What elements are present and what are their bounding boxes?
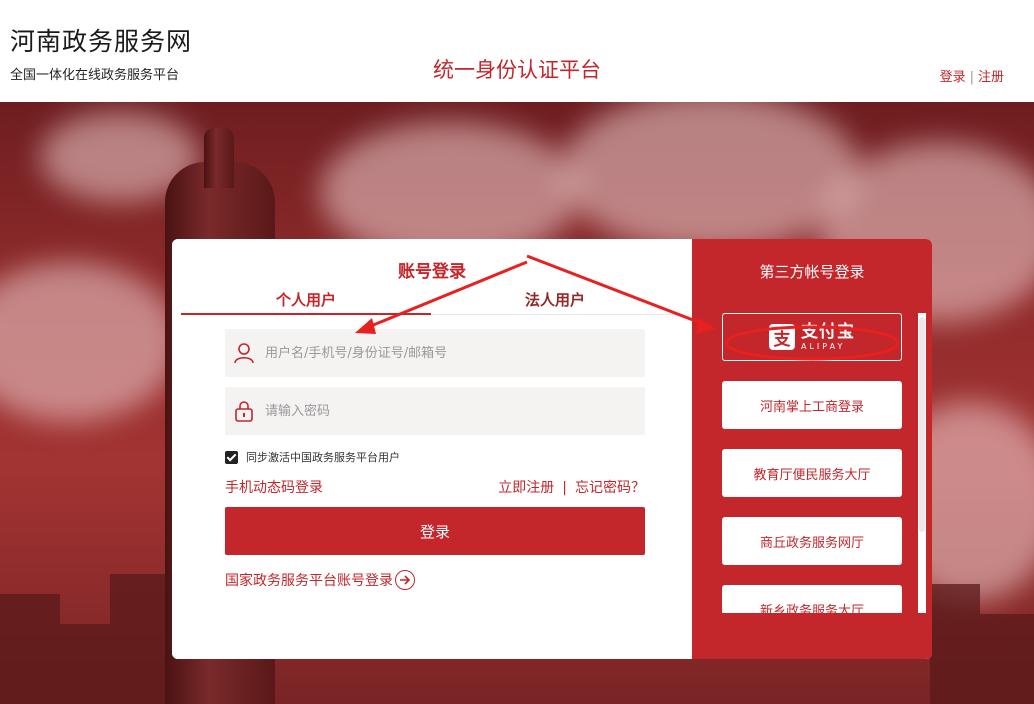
- register-now-link[interactable]: 立即注册: [498, 480, 554, 496]
- account-login-panel: 账号登录 个人用户 法人用户 同步激活中国政务服务平台用户 手机动态码登录 立即…: [172, 239, 692, 659]
- sync-activate-label: 同步激活中国政务服务平台用户: [246, 451, 400, 464]
- forgot-password-link[interactable]: 忘记密码？: [575, 480, 645, 496]
- building: [930, 584, 980, 704]
- tab-personal-user[interactable]: 个人用户: [181, 289, 431, 310]
- tab-legal-user[interactable]: 法人用户: [430, 289, 680, 310]
- platform-title: 统一身份认证平台: [433, 58, 601, 82]
- register-forgot-links: 立即注册 | 忘记密码？: [498, 477, 645, 497]
- building: [0, 594, 60, 704]
- login-button[interactable]: 登录: [225, 507, 645, 555]
- site-title: 河南政务服务网: [10, 27, 193, 56]
- active-tab-underline: [181, 313, 431, 315]
- cloud: [560, 102, 860, 252]
- third-party-list: 支 支付宝 ALIPAY 河南掌上工商登录 教育厅便民服务大厅 商丘政务服务网厅…: [722, 313, 902, 613]
- building: [980, 614, 1034, 704]
- alipay-name-cn: 支付宝: [801, 321, 855, 342]
- alipay-name-en: ALIPAY: [801, 341, 846, 351]
- username-input[interactable]: [265, 329, 635, 377]
- account-login-title: 账号登录: [398, 262, 466, 282]
- links-separator: |: [562, 480, 567, 496]
- third-party-title: 第三方帐号登录: [759, 263, 865, 281]
- checkbox-checked-icon[interactable]: [225, 450, 238, 464]
- henan-mobile-business-login-button[interactable]: 河南掌上工商登录: [722, 381, 902, 429]
- header: 河南政务服务网 全国一体化在线政务服务平台 统一身份认证平台 登录 | 注册: [0, 0, 1034, 102]
- third-party-login-panel: 第三方帐号登录 支 支付宝 ALIPAY 河南掌上工商登录 教育厅便民服务大厅 …: [692, 239, 932, 659]
- shangqiu-gov-service-button[interactable]: 商丘政务服务网厅: [722, 517, 902, 565]
- alipay-brand: 支 支付宝 ALIPAY: [769, 321, 855, 351]
- password-input[interactable]: [265, 387, 635, 435]
- top-links: 登录 | 注册: [940, 66, 1004, 85]
- user-icon: [233, 342, 255, 364]
- alipay-logo-icon: 支: [769, 324, 795, 350]
- scrollbar-thumb[interactable]: [919, 317, 925, 532]
- header-link-separator: |: [969, 70, 974, 85]
- education-dept-service-hall-button[interactable]: 教育厅便民服务大厅: [722, 449, 902, 497]
- password-field: [225, 387, 645, 435]
- arrow-right-circle-icon: [395, 570, 415, 590]
- xinxiang-gov-service-button[interactable]: 新乡政务服务大厅: [722, 585, 902, 613]
- login-card: 账号登录 个人用户 法人用户 同步激活中国政务服务平台用户 手机动态码登录 立即…: [172, 239, 932, 659]
- lock-icon: [233, 400, 255, 422]
- header-register-link[interactable]: 注册: [978, 70, 1004, 85]
- header-login-link[interactable]: 登录: [940, 70, 966, 85]
- alipay-wordmark: 支付宝 ALIPAY: [801, 321, 855, 351]
- cloud: [0, 262, 180, 422]
- national-login-label: 国家政务服务平台账号登录: [225, 573, 393, 589]
- national-login-link[interactable]: 国家政务服务平台账号登录: [225, 570, 415, 590]
- third-party-scrollbar[interactable]: [918, 313, 926, 613]
- username-field: [225, 329, 645, 377]
- sms-login-link[interactable]: 手机动态码登录: [225, 477, 323, 497]
- building: [60, 624, 110, 704]
- sync-activate-option: 同步激活中国政务服务平台用户: [225, 449, 400, 465]
- skyscraper-crown: [204, 128, 234, 188]
- building: [110, 574, 165, 704]
- tab-divider: [431, 314, 683, 315]
- alipay-login-button[interactable]: 支 支付宝 ALIPAY: [722, 313, 902, 361]
